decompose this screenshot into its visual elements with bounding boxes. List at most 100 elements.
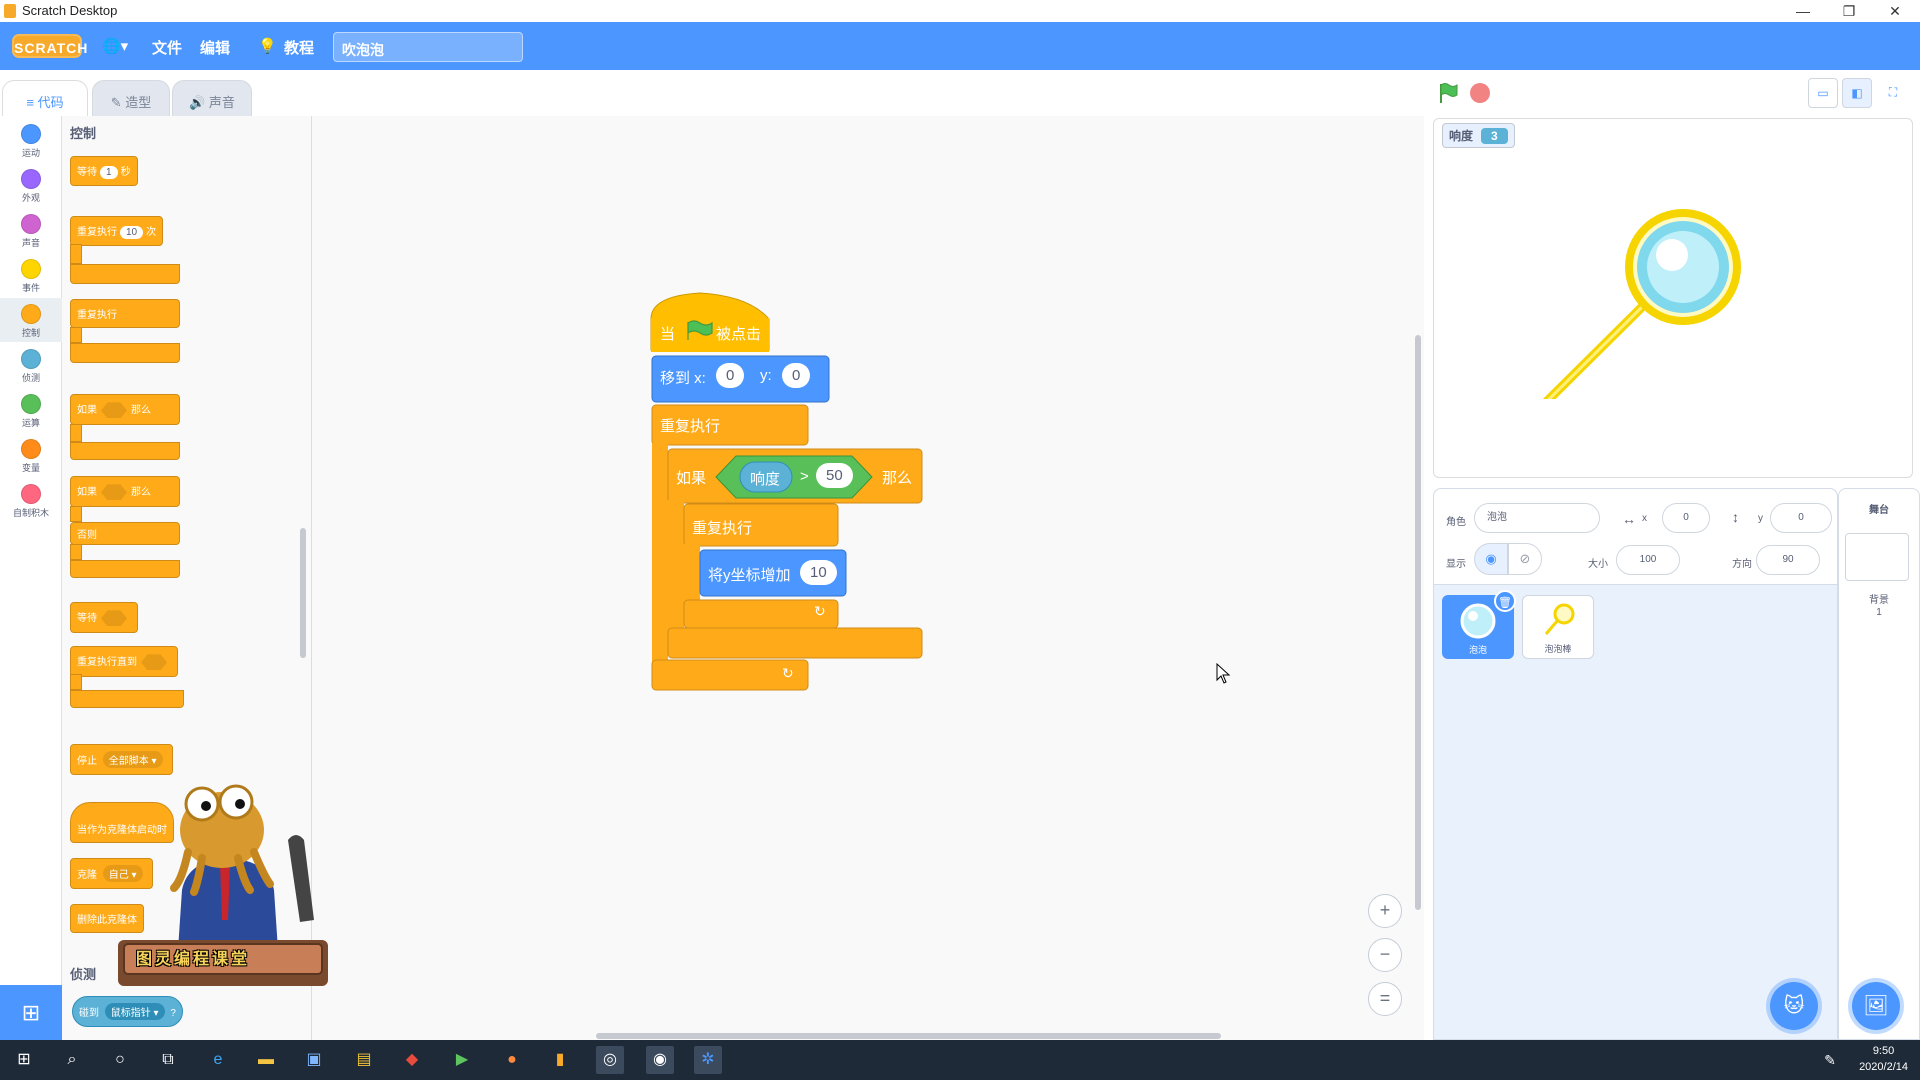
project-title-input[interactable]: 吹泡泡 [333, 32, 523, 62]
y-input[interactable]: 0 [1770, 503, 1832, 533]
tutorials-menu[interactable]: 教程 [284, 37, 314, 58]
category-2[interactable]: 声音 [0, 208, 62, 252]
workspace-vertical-scrollbar[interactable] [1415, 335, 1421, 910]
language-menu[interactable]: 🌐▾ [102, 37, 128, 55]
recorder-icon[interactable]: ◉ [646, 1046, 674, 1074]
category-0[interactable]: 运动 [0, 118, 62, 162]
firefox-icon[interactable]: ● [498, 1046, 526, 1074]
notes-app-icon[interactable]: ▤ [350, 1046, 378, 1074]
condition-slot[interactable] [141, 654, 167, 671]
window-title: Scratch Desktop [22, 3, 118, 18]
loudness-reporter[interactable]: 响度 [750, 468, 780, 489]
category-5[interactable]: 侦测 [0, 343, 62, 387]
file-explorer-icon[interactable]: ▬ [252, 1046, 280, 1074]
add-sprite-button[interactable]: 🐱 [1770, 982, 1818, 1030]
media-app-icon[interactable]: ◆ [398, 1046, 426, 1074]
add-backdrop-button[interactable]: 🖼 [1852, 982, 1900, 1030]
sprite-tile-wand[interactable]: 泡泡棒 [1522, 595, 1594, 659]
sprite-name-input[interactable]: 泡泡 [1474, 503, 1600, 533]
repeat-block-arm [70, 244, 82, 264]
stop-icon[interactable] [1470, 83, 1490, 103]
category-7[interactable]: 变量 [0, 433, 62, 477]
zoom-in-button[interactable]: + [1368, 894, 1402, 928]
sprite-tile-label: 泡泡棒 [1544, 644, 1572, 654]
settings-gear-icon[interactable]: ✲ [694, 1046, 722, 1074]
windows-start-icon[interactable]: ⊞ [10, 1046, 38, 1074]
category-6[interactable]: 运算 [0, 388, 62, 432]
repeat-input[interactable]: 10 [120, 226, 144, 239]
script-workspace[interactable] [312, 116, 1424, 1040]
wait-unit: 秒 [120, 167, 131, 178]
loudness-monitor[interactable]: 响度 3 [1442, 123, 1515, 148]
pen-icon[interactable]: ✎ [1816, 1046, 1844, 1074]
if-block-foot [70, 442, 180, 460]
touching-block[interactable]: 碰到 鼠标指针 ▾ ? [72, 996, 183, 1027]
clock-time: 9:50 [1872, 1045, 1895, 1057]
sprite-pane: 角色 泡泡 ↔ x 0 ↕ y 0 显示 ◉ ⊘ 大小 100 方向 90 泡泡… [1433, 488, 1838, 1040]
store-icon[interactable]: ▣ [300, 1046, 328, 1074]
green-flag-icon[interactable] [1437, 82, 1459, 104]
tab-costumes[interactable]: ✎ 造型 [92, 80, 170, 116]
condition-slot[interactable] [101, 484, 127, 501]
x-input[interactable]: 0 [1662, 503, 1710, 533]
direction-input[interactable]: 90 [1756, 545, 1820, 575]
tab-sounds[interactable]: 🔊 声音 [172, 80, 252, 116]
add-extension-button[interactable]: ⊞ [0, 985, 62, 1040]
small-stage-button[interactable]: ▭ [1808, 78, 1838, 108]
change-y-input[interactable]: 10 [800, 560, 837, 585]
condition-slot[interactable] [101, 610, 127, 627]
category-4[interactable]: 控制 [0, 298, 62, 342]
size-input[interactable]: 100 [1616, 545, 1680, 575]
system-clock[interactable]: 9:50 2020/2/14 [1859, 1043, 1908, 1075]
scratch-logo[interactable]: SCRATCH [12, 34, 87, 58]
file-menu[interactable]: 文件 [152, 37, 182, 58]
forever-block[interactable]: 重复执行 [70, 299, 180, 328]
clone-label: 克隆 [77, 870, 97, 881]
goto-x-wrap: 0 [712, 363, 748, 388]
category-dot-icon [21, 349, 41, 369]
bubble-wand-sprite[interactable] [1534, 199, 1754, 399]
hide-eye-icon[interactable]: ⊘ [1508, 543, 1542, 575]
stage-backdrop-pane[interactable]: 舞台 背景 1 [1838, 488, 1920, 1040]
category-3[interactable]: 事件 [0, 253, 62, 297]
wait-block[interactable]: 等待 1 秒 [70, 156, 138, 186]
category-8[interactable]: 自制积木 [0, 478, 62, 522]
goto-x-input[interactable]: 0 [716, 363, 745, 388]
delete-sprite-icon[interactable]: 🗑 [1494, 590, 1516, 612]
backdrop-thumbnail[interactable] [1845, 533, 1909, 581]
mascot-caption: 图灵编程课堂 [136, 951, 251, 968]
repeat-until-block[interactable]: 重复执行直到 [70, 646, 178, 678]
zoom-reset-button[interactable]: = [1368, 982, 1402, 1016]
obs-icon[interactable]: ◎ [596, 1046, 624, 1074]
edge-browser-icon[interactable]: e [204, 1046, 232, 1074]
cortana-icon[interactable]: ○ [106, 1046, 134, 1074]
if-else-block[interactable]: 如果 那么 [70, 476, 180, 508]
edit-menu[interactable]: 编辑 [200, 37, 230, 58]
show-eye-icon[interactable]: ◉ [1474, 543, 1508, 575]
scratch-taskbar-icon[interactable]: ▮ [546, 1046, 574, 1074]
category-dot-icon [21, 439, 41, 459]
if-then-block[interactable]: 如果 那么 [70, 394, 180, 426]
bubble-thumbnail [1460, 603, 1496, 639]
large-stage-button[interactable]: ◧ [1842, 78, 1872, 108]
wait-until-block[interactable]: 等待 [70, 602, 138, 634]
tab-code[interactable]: ≡ 代码 [2, 80, 88, 116]
touching-dropdown[interactable]: 鼠标指针 ▾ [104, 1003, 165, 1020]
stage[interactable]: 响度 3 [1433, 118, 1913, 478]
wait-input[interactable]: 1 [100, 166, 118, 179]
task-view-icon[interactable]: ⧉ [154, 1046, 182, 1074]
video-player-icon[interactable]: ▶ [448, 1046, 476, 1074]
repeat-block[interactable]: 重复执行 10 次 [70, 216, 164, 246]
minimize-button[interactable]: — [1780, 0, 1826, 22]
maximize-button[interactable]: ❐ [1826, 0, 1872, 22]
category-1[interactable]: 外观 [0, 163, 62, 207]
condition-slot[interactable] [101, 402, 127, 419]
close-button[interactable]: ✕ [1872, 0, 1918, 22]
workspace-horizontal-scrollbar[interactable] [596, 1033, 1221, 1039]
threshold-input[interactable]: 50 [816, 463, 853, 488]
zoom-out-button[interactable]: − [1368, 938, 1402, 972]
goto-y-input[interactable]: 0 [782, 363, 811, 388]
fullscreen-icon[interactable]: ⛶ [1878, 78, 1908, 108]
search-icon[interactable]: ⌕ [58, 1046, 86, 1074]
palette-scrollbar[interactable] [300, 528, 306, 658]
